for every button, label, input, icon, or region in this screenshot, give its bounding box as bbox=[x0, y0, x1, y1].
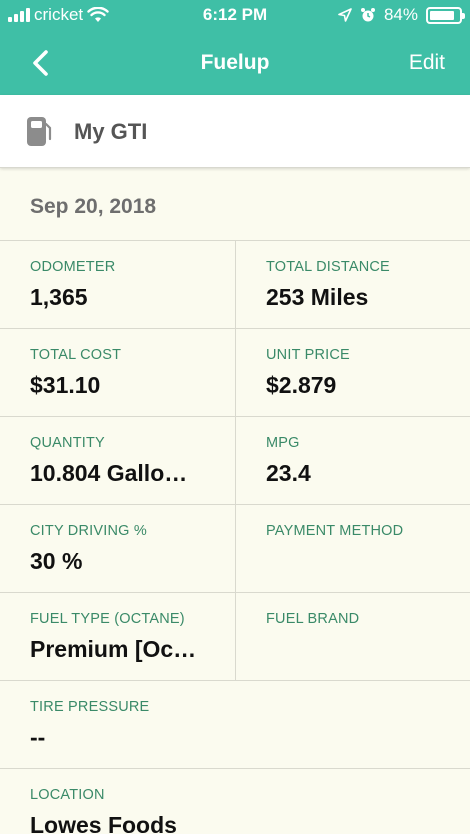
mpg-label: MPG bbox=[266, 435, 300, 451]
unit-price-value: $2.879 bbox=[266, 372, 337, 398]
battery-icon bbox=[426, 6, 465, 24]
details-row: LOCATION Lowes Foods bbox=[0, 769, 470, 834]
details-row: QUANTITY 10.804 Gallo… MPG 23.4 bbox=[0, 417, 470, 505]
city-driving-label: CITY DRIVING % bbox=[30, 523, 147, 539]
location-label: LOCATION bbox=[30, 787, 105, 803]
tire-pressure-value: -- bbox=[30, 724, 46, 750]
details-row: CITY DRIVING % 30 % PAYMENT METHOD bbox=[0, 505, 470, 593]
total-cost-cell: TOTAL COST $31.10 bbox=[0, 329, 235, 417]
quantity-value: 10.804 Gallo… bbox=[30, 460, 188, 486]
edit-button[interactable]: Edit bbox=[409, 51, 445, 75]
mpg-cell: MPG 23.4 bbox=[235, 417, 470, 505]
fuelup-date: Sep 20, 2018 bbox=[30, 195, 157, 218]
odometer-cell: ODOMETER 1,365 bbox=[0, 241, 235, 329]
location-cell: LOCATION Lowes Foods bbox=[0, 769, 470, 834]
fuel-brand-label: FUEL BRAND bbox=[266, 611, 360, 627]
fuel-type-label: FUEL TYPE (OCTANE) bbox=[30, 611, 185, 627]
mpg-value: 23.4 bbox=[266, 460, 311, 486]
vehicle-header[interactable]: My GTI bbox=[0, 95, 470, 168]
battery-level bbox=[430, 10, 454, 20]
city-driving-cell: CITY DRIVING % 30 % bbox=[0, 505, 235, 593]
total-cost-label: TOTAL COST bbox=[30, 347, 122, 363]
navigation-bar: Fuelup Edit bbox=[0, 32, 470, 95]
total-distance-label: TOTAL DISTANCE bbox=[266, 259, 390, 275]
unit-price-label: UNIT PRICE bbox=[266, 347, 350, 363]
fuel-pump-icon bbox=[27, 117, 52, 146]
fuel-type-cell: FUEL TYPE (OCTANE) Premium [Oc… bbox=[0, 593, 235, 681]
fuel-brand-cell: FUEL BRAND bbox=[235, 593, 470, 681]
details-row: TOTAL COST $31.10 UNIT PRICE $2.879 bbox=[0, 329, 470, 417]
header-bar: cricket 6:12 PM 84% Fuelup Edit bbox=[0, 0, 470, 95]
total-cost-value: $31.10 bbox=[30, 372, 101, 398]
status-right: 84% bbox=[338, 5, 465, 25]
payment-method-cell: PAYMENT METHOD bbox=[235, 505, 470, 593]
city-driving-value: 30 % bbox=[30, 548, 83, 574]
page-title: Fuelup bbox=[200, 51, 270, 74]
odometer-label: ODOMETER bbox=[30, 259, 116, 275]
fuel-type-value: Premium [Oc… bbox=[30, 636, 197, 662]
payment-method-label: PAYMENT METHOD bbox=[266, 523, 404, 539]
location-value: Lowes Foods bbox=[30, 812, 177, 834]
status-bar: cricket 6:12 PM 84% bbox=[0, 0, 470, 32]
quantity-label: QUANTITY bbox=[30, 435, 105, 451]
quantity-cell: QUANTITY 10.804 Gallo… bbox=[0, 417, 235, 505]
details-row: TIRE PRESSURE -- bbox=[0, 681, 470, 769]
tire-pressure-label: TIRE PRESSURE bbox=[30, 699, 150, 715]
tire-pressure-cell: TIRE PRESSURE -- bbox=[0, 681, 470, 769]
total-distance-cell: TOTAL DISTANCE 253 Miles bbox=[235, 241, 470, 329]
unit-price-cell: UNIT PRICE $2.879 bbox=[235, 329, 470, 417]
battery-percent: 84% bbox=[383, 5, 418, 24]
fuelup-details: ODOMETER 1,365 TOTAL DISTANCE 253 Miles … bbox=[0, 240, 470, 834]
odometer-value: 1,365 bbox=[30, 284, 88, 310]
location-arrow-icon bbox=[338, 8, 352, 22]
vehicle-name: My GTI bbox=[74, 119, 148, 144]
details-row: FUEL TYPE (OCTANE) Premium [Oc… FUEL BRA… bbox=[0, 593, 470, 681]
total-distance-value: 253 Miles bbox=[266, 284, 369, 310]
details-row: ODOMETER 1,365 TOTAL DISTANCE 253 Miles bbox=[0, 241, 470, 329]
alarm-clock-icon bbox=[360, 8, 375, 22]
